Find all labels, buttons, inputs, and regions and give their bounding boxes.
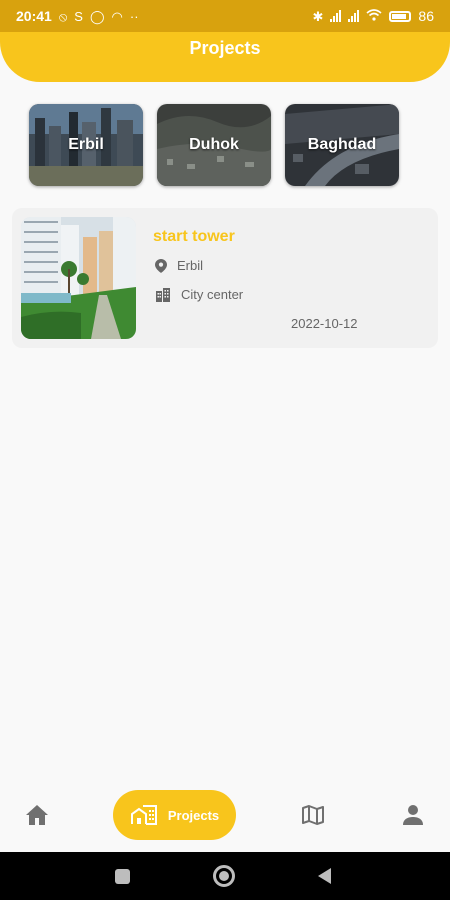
page-title: Projects <box>189 38 261 58</box>
city-label: Duhok <box>189 136 239 153</box>
project-image <box>21 217 136 339</box>
project-date: 2022-10-12 <box>291 316 358 331</box>
nav-profile[interactable] <box>402 804 424 831</box>
nav-projects-label: Projects <box>167 807 220 823</box>
city-card-erbil[interactable]: Erbil <box>29 104 143 186</box>
project-area-row: City center <box>155 287 243 302</box>
city-label: Baghdad <box>307 136 377 153</box>
project-location-row: Erbil <box>155 258 203 273</box>
system-home-button[interactable] <box>213 865 235 887</box>
wifi-icon <box>366 9 382 23</box>
bottom-nav: Projects <box>0 780 450 852</box>
signal-icon <box>330 10 342 22</box>
city-list: Erbil Duhok Baghdad <box>29 104 399 186</box>
back-button[interactable] <box>318 868 331 884</box>
app-header: 20:41 ⦸ S ◯ ◠ ·· ✱ 86 Projects <box>0 0 450 82</box>
nav-projects[interactable]: Projects <box>113 790 236 840</box>
circle-icon: ◯ <box>89 8 105 24</box>
s-icon: S <box>74 8 83 24</box>
arc-icon: ◠ <box>111 8 123 24</box>
alarm-off-icon: ⦸ <box>58 8 68 24</box>
home-icon <box>26 805 48 825</box>
building-icon <box>156 287 170 302</box>
status-time: 20:41 <box>16 8 52 24</box>
person-icon <box>403 805 423 825</box>
bluetooth-icon: ✱ <box>312 8 324 24</box>
system-nav-bar <box>0 852 450 900</box>
nav-map[interactable] <box>301 804 325 831</box>
recents-button[interactable] <box>115 869 130 884</box>
project-area: City center <box>181 287 244 302</box>
nav-home[interactable] <box>25 804 49 831</box>
location-pin-icon <box>155 258 167 273</box>
project-location: Erbil <box>177 258 204 273</box>
project-card[interactable]: start tower Erbil City center 2022-10-12 <box>12 208 438 348</box>
status-bar: 20:41 ⦸ S ◯ ◠ ·· ✱ 86 <box>0 0 450 32</box>
city-label: Erbil <box>68 136 104 153</box>
battery-icon <box>389 10 412 22</box>
project-name: start tower <box>153 228 235 245</box>
battery-percent: 86 <box>418 8 434 24</box>
projects-icon <box>130 805 157 825</box>
signal-icon <box>348 10 360 22</box>
map-icon <box>302 805 324 825</box>
dots-icon: ·· <box>129 8 139 24</box>
city-card-duhok[interactable]: Duhok <box>157 104 271 186</box>
city-card-baghdad[interactable]: Baghdad <box>285 104 399 186</box>
